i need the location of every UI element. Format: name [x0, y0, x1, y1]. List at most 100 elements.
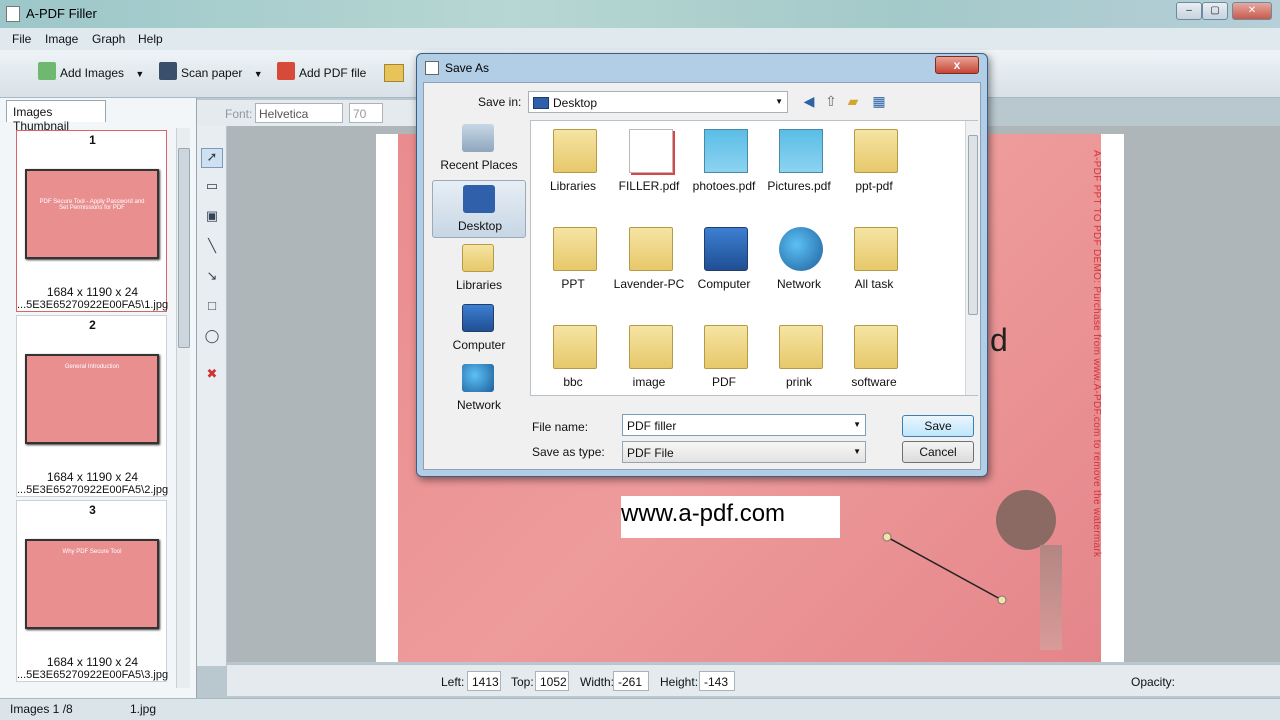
file-item-label: image [632, 375, 666, 389]
file-name-label: File name: [532, 420, 589, 434]
left-field[interactable]: 1413 [467, 671, 501, 691]
drawing-tools: ➚ ▭ ▣ ╲ ↘ □ ◯ ✖ [197, 126, 227, 666]
folder-icon [629, 227, 673, 271]
folder-icon [553, 325, 597, 369]
menu-help[interactable]: Help [138, 32, 163, 46]
new-folder-icon[interactable]: ▰ [844, 93, 862, 111]
open-folder-icon[interactable] [384, 64, 404, 82]
place-desktop[interactable]: Desktop [432, 180, 526, 238]
save-as-type-label: Save as type: [532, 445, 605, 459]
file-item-lavender-pc[interactable]: Lavender-PC [611, 221, 687, 309]
view-menu-icon[interactable]: ▦ [870, 93, 888, 111]
thumbnail-item[interactable]: 2 General Introduction 1684 x 1190 x 24 … [16, 315, 168, 497]
status-images: Images 1 /8 [10, 702, 73, 716]
file-item-ppt[interactable]: PPT [535, 221, 611, 309]
file-item-pdf[interactable]: PDF [686, 319, 762, 407]
file-item-label: PPT [561, 277, 585, 291]
file-item-label: prink [785, 375, 812, 389]
file-item-computer[interactable]: Computer [686, 221, 762, 309]
pdf-icon [779, 129, 823, 173]
places-bar: Recent Places Desktop Libraries Computer… [432, 120, 526, 460]
file-list: Libraries FILLER.pdf photoes.pdf Pictures.p… [530, 120, 979, 396]
save-in-select[interactable]: Desktop ▼ [528, 91, 788, 113]
menu-image[interactable]: Image [45, 32, 78, 46]
thumbnail-item[interactable]: 3 Why PDF Secure Tool 1684 x 1190 x 24 .… [16, 500, 168, 682]
thumbnail-image: Why PDF Secure Tool [25, 539, 159, 629]
cancel-button[interactable]: Cancel [902, 441, 974, 463]
back-icon[interactable]: ◀ [800, 93, 818, 111]
place-libraries[interactable]: Libraries [432, 240, 526, 298]
file-item-label: Computer [697, 277, 751, 291]
window-title: A-PDF Filler [26, 6, 97, 21]
place-network[interactable]: Network [432, 360, 526, 418]
file-item-network[interactable]: Network [761, 221, 837, 309]
height-field[interactable]: -143 [699, 671, 735, 691]
save-as-dialog: Save As x Save in: Desktop ▼ ◀ ⇧ ▰ ▦ Rec… [416, 53, 988, 477]
folder-icon [553, 129, 597, 173]
folder-icon [854, 227, 898, 271]
file-item-ppt-pdf[interactable]: ppt-pdf [836, 123, 912, 211]
file-item-label: PDF [712, 375, 736, 389]
up-folder-icon[interactable]: ⇧ [822, 93, 840, 111]
image-tool-icon[interactable]: ▣ [201, 208, 223, 228]
file-list-scrollbar[interactable] [965, 121, 979, 395]
ellipse-tool-icon[interactable]: ◯ [201, 328, 223, 348]
place-computer[interactable]: Computer [432, 300, 526, 358]
file-item-image[interactable]: image [611, 319, 687, 407]
page-text-fragment: d [990, 322, 1008, 358]
file-item-label: Pictures.pdf [767, 179, 831, 193]
file-item-pictures-pdf[interactable]: Pictures.pdf [761, 123, 837, 211]
chevron-down-icon: ▼ [853, 447, 861, 456]
font-select[interactable]: Helvetica [255, 103, 343, 123]
folder-icon [779, 325, 823, 369]
font-size-input[interactable]: 70 [349, 103, 383, 123]
text-box-icon[interactable]: ▭ [201, 178, 223, 198]
add-images-button[interactable]: Add Images ▼ [38, 62, 144, 80]
file-item-bbc[interactable]: bbc [535, 319, 611, 407]
thumbnail-image: PDF Secure Tool - Apply Password and Set… [25, 169, 159, 259]
line-tool-icon[interactable]: ╲ [201, 238, 223, 258]
file-item-all-task[interactable]: All task [836, 221, 912, 309]
place-recent-places[interactable]: Recent Places [432, 120, 526, 178]
pdf-icon [629, 129, 673, 173]
select-arrow-icon[interactable]: ➚ [201, 148, 223, 168]
delete-object-icon[interactable]: ✖ [201, 366, 223, 386]
close-window-button[interactable]: ✕ [1232, 2, 1272, 20]
thumbnail-item[interactable]: 1 PDF Secure Tool - Apply Password and S… [16, 130, 168, 312]
chevron-down-icon: ▼ [775, 97, 783, 106]
file-item-prink[interactable]: prink [761, 319, 837, 407]
arrow-line-tool-icon[interactable]: ↘ [201, 268, 223, 288]
file-item-software[interactable]: software [836, 319, 912, 407]
pdf-add-icon [277, 62, 295, 80]
save-as-type-select[interactable]: PDF File ▼ [622, 441, 866, 463]
menu-bar: File Image Graph Help [0, 28, 1280, 50]
computer-icon [462, 304, 494, 332]
rectangle-tool-icon[interactable]: □ [201, 298, 223, 318]
thumbnail-scrollbar[interactable] [176, 128, 190, 688]
file-item-label: Lavender-PC [613, 277, 685, 291]
save-button[interactable]: Save [902, 415, 974, 437]
menu-file[interactable]: File [12, 32, 31, 46]
dialog-close-button[interactable]: x [935, 56, 979, 74]
tab-images-thumbnail[interactable]: Images Thumbnail [6, 100, 106, 133]
libraries-icon [462, 244, 494, 272]
minimize-button[interactable]: – [1176, 2, 1202, 20]
chevron-down-icon: ▼ [853, 420, 861, 429]
file-item-libraries[interactable]: Libraries [535, 123, 611, 211]
file-item-label: All task [854, 277, 894, 291]
file-name-input[interactable]: PDF filler ▼ [622, 414, 866, 436]
add-pdf-button[interactable]: Add PDF file [277, 62, 366, 80]
maximize-button[interactable]: ▢ [1202, 2, 1228, 20]
file-item-photoes-pdf[interactable]: photoes.pdf [686, 123, 762, 211]
top-field[interactable]: 1052 [535, 671, 569, 691]
file-item-label: ppt-pdf [855, 179, 893, 193]
file-item-label: bbc [563, 375, 583, 389]
font-label: Font: [225, 107, 253, 121]
line-object[interactable] [880, 530, 1010, 610]
text-object-url[interactable]: www.a-pdf.com [621, 496, 840, 538]
scan-paper-button[interactable]: Scan paper ▼ [159, 62, 263, 80]
file-item-filler-pdf[interactable]: FILLER.pdf [611, 123, 687, 211]
network-icon [462, 364, 494, 392]
width-field[interactable]: -261 [613, 671, 649, 691]
menu-graph[interactable]: Graph [92, 32, 125, 46]
